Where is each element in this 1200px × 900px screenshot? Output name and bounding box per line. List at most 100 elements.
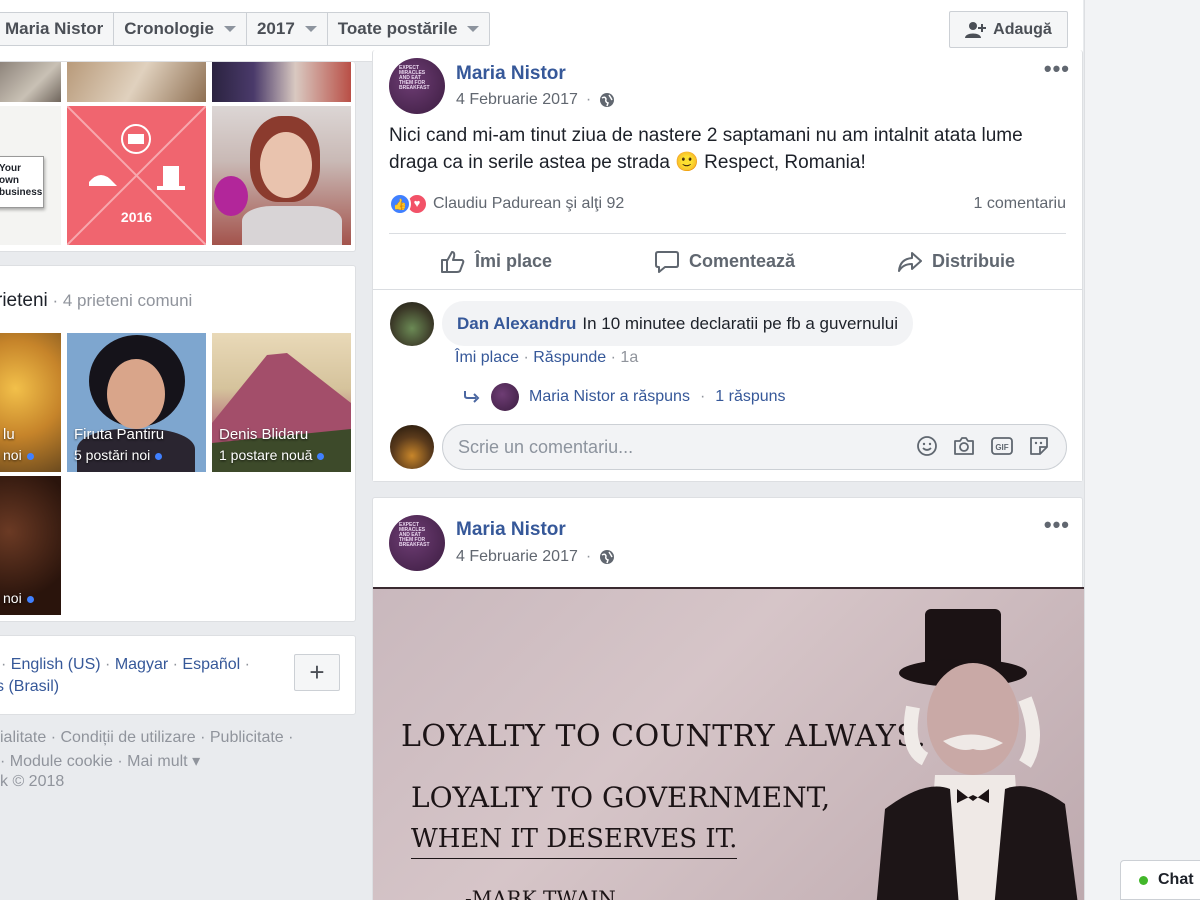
- photo-thumbnail[interactable]: [212, 62, 351, 102]
- friend-tile[interactable]: noi: [0, 476, 61, 615]
- posts-filter-dropdown[interactable]: Toate postările: [328, 13, 490, 45]
- svg-text:GIF: GIF: [995, 443, 1008, 452]
- comment-input-icons: GIF: [916, 435, 1050, 457]
- caret-down-icon: [304, 26, 317, 32]
- comment-author[interactable]: Dan Alexandru: [457, 314, 576, 334]
- quote-line: LOYALTY TO COUNTRY ALWAYS.: [401, 719, 927, 754]
- like-reaction-icon: 👍: [389, 193, 411, 215]
- new-posts-dot-icon: [317, 452, 325, 460]
- reactions-summary[interactable]: 👍 ♥ Claudiu Padurean şi alţi 92: [389, 193, 624, 215]
- comment-icon: [655, 250, 679, 273]
- photo-thumbnail[interactable]: [212, 106, 351, 245]
- reply-author: Maria Nistor a răspuns: [529, 388, 690, 405]
- timeline-label: Cronologie: [124, 19, 214, 38]
- mutual-friends-count[interactable]: 4 prieteni comuni: [63, 291, 192, 310]
- languages-card: · English (US) · Magyar · Español · s (B…: [0, 635, 356, 715]
- comment-button[interactable]: Comentează: [654, 250, 795, 274]
- add-friend-button[interactable]: Adaugă: [949, 11, 1068, 48]
- timeline-dropdown[interactable]: Cronologie: [114, 13, 247, 45]
- comment-like-link[interactable]: Îmi place: [455, 349, 519, 366]
- language-link[interactable]: s (Brasil): [0, 678, 59, 696]
- mark-twain-portrait: [876, 609, 1078, 900]
- friend-name: Denis Blidaru: [219, 426, 309, 443]
- emoji-icon[interactable]: [916, 435, 938, 457]
- right-sidebar: [1084, 0, 1200, 900]
- friend-new-posts: noi: [3, 447, 34, 463]
- photo-thumbnail[interactable]: [67, 62, 206, 102]
- post-options-button[interactable]: •••: [1044, 56, 1070, 82]
- author-avatar[interactable]: EXPECT MIRACLES AND EAT THEM FOR BREAKFA…: [389, 515, 445, 571]
- globe-icon: [600, 550, 615, 564]
- copyright: k © 2018: [0, 773, 65, 790]
- friend-new-posts: noi: [3, 590, 34, 606]
- comment-text: In 10 minutee declaratii pe fb a guvernu…: [582, 313, 898, 333]
- posts-filter-label: Toate postările: [337, 19, 458, 38]
- photos-card: Your own business 2016: [0, 62, 356, 252]
- post-author[interactable]: Maria Nistor: [456, 519, 566, 541]
- new-posts-dot-icon: [26, 595, 34, 603]
- comment-meta: Îmi place · Răspunde · 1a: [455, 349, 639, 366]
- friends-title[interactable]: rieteni: [0, 290, 48, 311]
- year-review-photo[interactable]: 2016: [67, 106, 206, 245]
- new-posts-dot-icon: [26, 452, 34, 460]
- commenter-avatar[interactable]: [390, 302, 434, 346]
- friends-card: rieteni · 4 prieteni comuni lu noi Firut…: [0, 265, 356, 622]
- sticker-icon[interactable]: [1028, 435, 1050, 457]
- share-label: Distribuie: [932, 251, 1016, 271]
- reply-arrow-icon: [464, 391, 480, 403]
- friend-tile[interactable]: lu noi: [0, 333, 61, 472]
- add-button-label: Adaugă: [993, 20, 1052, 38]
- language-link[interactable]: Magyar: [115, 656, 168, 673]
- comments-count[interactable]: 1 comentariu: [974, 195, 1067, 213]
- current-user-avatar: [390, 425, 434, 469]
- quote-signature: -MARK TWAIN: [465, 886, 616, 900]
- replier-avatar: [491, 383, 519, 411]
- share-button[interactable]: Distribuie: [897, 250, 1015, 274]
- footer-links[interactable]: ialitate · Condiții de utilizare · Publi…: [0, 729, 293, 747]
- write-comment-input[interactable]: Scrie un comentariu... GIF: [442, 424, 1067, 470]
- new-posts-dot-icon: [155, 452, 163, 460]
- friends-title-row: rieteni · 4 prieteni comuni: [0, 290, 192, 312]
- like-button[interactable]: Îmi place: [440, 250, 552, 274]
- camera-icon[interactable]: [952, 435, 976, 457]
- thumbs-up-icon: [440, 250, 465, 273]
- share-icon: [898, 251, 922, 272]
- author-avatar[interactable]: EXPECT MIRACLES AND EAT THEM FOR BREAKFA…: [389, 58, 445, 114]
- photo-thumbnail[interactable]: Your own business: [0, 106, 61, 245]
- globe-icon: [600, 93, 615, 107]
- post-options-button[interactable]: •••: [1044, 512, 1070, 538]
- post-author[interactable]: Maria Nistor: [456, 63, 566, 85]
- year-dropdown[interactable]: 2017: [247, 13, 328, 45]
- add-friend-icon: [965, 21, 987, 38]
- caret-down-icon: [223, 26, 236, 32]
- write-comment-placeholder: Scrie un comentariu...: [458, 436, 634, 457]
- timeline-post: EXPECT MIRACLES AND EAT THEM FOR BREAKFA…: [372, 497, 1084, 900]
- photo-thumbnail[interactable]: [0, 62, 61, 102]
- year-label: 2017: [256, 19, 295, 38]
- language-link[interactable]: Español: [182, 656, 240, 673]
- post-date[interactable]: 4 Februarie 2017: [456, 91, 578, 109]
- language-link[interactable]: English (US): [11, 656, 101, 673]
- more-languages-button[interactable]: +: [294, 654, 340, 691]
- year-badge: 2016: [120, 209, 153, 225]
- reactions-text: Claudiu Padurean şi alţi 92: [433, 195, 625, 212]
- friend-tile[interactable]: Firuta Pantiru 5 postări noi: [67, 333, 206, 472]
- post-date[interactable]: 4 Februarie 2017: [456, 548, 578, 566]
- comments-section: Dan Alexandru In 10 minutee declaratii p…: [373, 289, 1082, 481]
- post-image[interactable]: LOYALTY TO COUNTRY ALWAYS. LOYALTY TO GO…: [373, 587, 1084, 900]
- chat-tab[interactable]: Chat: [1120, 860, 1200, 900]
- replies-summary[interactable]: Maria Nistor a răspuns · 1 răspuns: [463, 383, 786, 411]
- comment-time[interactable]: 1a: [620, 349, 638, 366]
- profile-name-link[interactable]: Maria Nistor: [0, 13, 115, 45]
- reply-count: 1 răspuns: [715, 388, 786, 405]
- friend-name: Firuta Pantiru: [74, 426, 165, 443]
- comment-bubble: Dan Alexandru In 10 minutee declaratii p…: [442, 301, 913, 346]
- languages-line: · English (US) · Magyar · Español ·: [1, 656, 250, 673]
- timeline-post: EXPECT MIRACLES AND EAT THEM FOR BREAKFA…: [372, 50, 1083, 482]
- comment-reply-link[interactable]: Răspunde: [533, 349, 606, 366]
- friend-new-posts: 5 postări noi: [74, 447, 163, 463]
- footer-links[interactable]: · Module cookie · Mai mult ▾: [0, 751, 200, 771]
- gif-icon[interactable]: GIF: [990, 435, 1014, 457]
- profile-name: Maria Nistor: [5, 19, 104, 38]
- friend-tile[interactable]: Denis Blidaru 1 postare nouă: [212, 333, 351, 472]
